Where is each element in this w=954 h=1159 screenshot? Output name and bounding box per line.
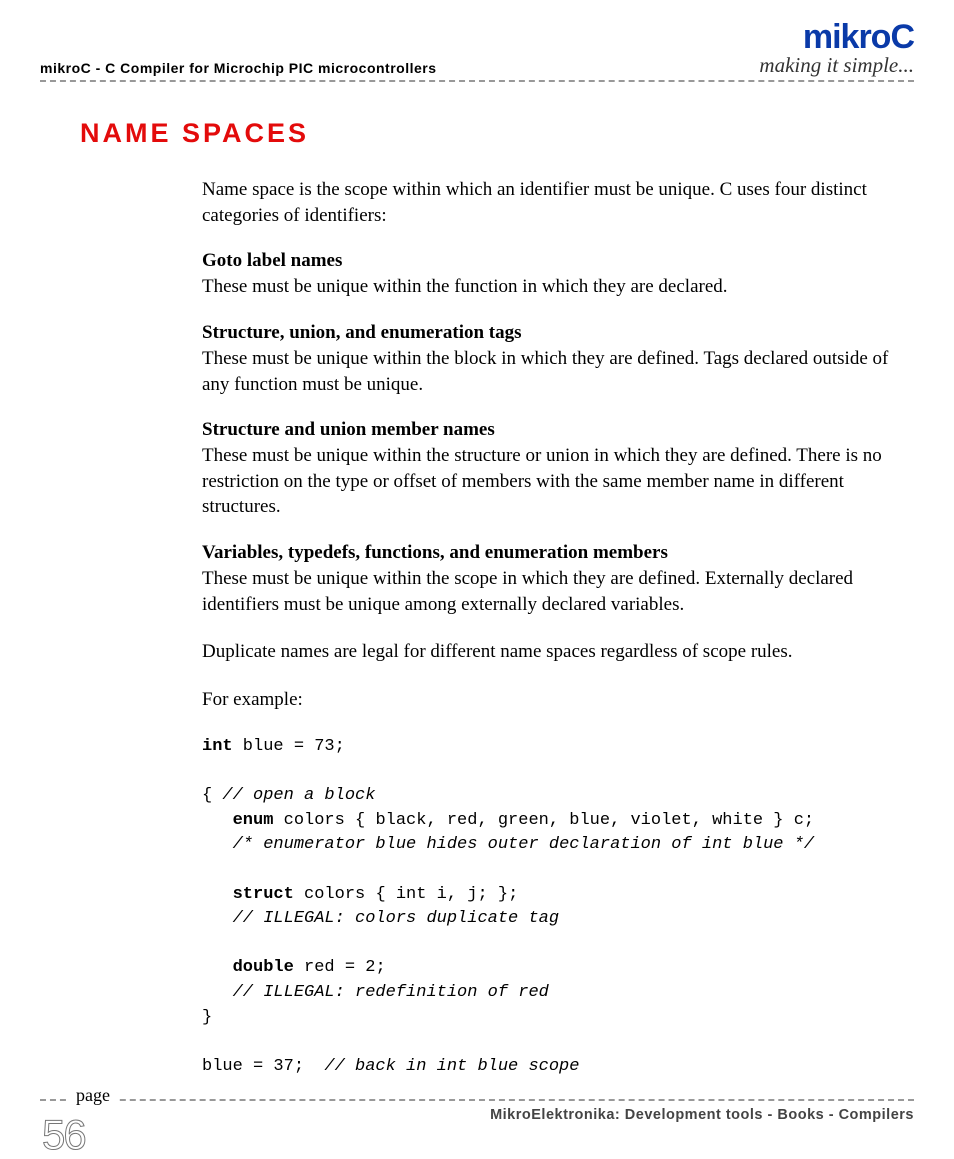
group-heading: Structure and union member names bbox=[202, 419, 890, 441]
code-text: } bbox=[202, 1008, 212, 1027]
code-text: red = 2; bbox=[294, 958, 386, 977]
group-body: These must be unique within the structur… bbox=[202, 443, 890, 520]
footer: page 56 MikroElektronika: Development to… bbox=[40, 1095, 914, 1123]
group-heading: Goto label names bbox=[202, 250, 890, 272]
group-members: Structure and union member names These m… bbox=[202, 419, 890, 520]
brand-tagline: making it simple... bbox=[759, 53, 914, 78]
code-text: colors { black, red, green, blue, violet… bbox=[273, 811, 814, 830]
code-text: blue = 73; bbox=[233, 737, 345, 756]
content-body: Name space is the scope within which an … bbox=[202, 177, 890, 1080]
page-number: 56 bbox=[42, 1111, 85, 1159]
closing-paragraph-2: For example: bbox=[202, 687, 890, 713]
footer-divider bbox=[40, 1099, 914, 1101]
brand-name: mikroC bbox=[759, 18, 914, 57]
code-comment: // back in int blue scope bbox=[324, 1057, 579, 1076]
code-comment: // ILLEGAL: redefinition of red bbox=[202, 983, 549, 1002]
group-variables: Variables, typedefs, functions, and enum… bbox=[202, 542, 890, 617]
section-title: NAME SPACES bbox=[80, 118, 914, 149]
closing-paragraph-1: Duplicate names are legal for different … bbox=[202, 639, 890, 665]
code-text: colors { int i, j; }; bbox=[294, 885, 518, 904]
header-divider bbox=[40, 80, 914, 82]
code-kw: int bbox=[202, 737, 233, 756]
footer-text: MikroElektronika: Development tools - Bo… bbox=[40, 1107, 914, 1123]
code-comment: // ILLEGAL: colors duplicate tag bbox=[202, 909, 559, 928]
code-kw: enum bbox=[202, 811, 273, 830]
group-body: These must be unique within the block in… bbox=[202, 346, 890, 397]
page-label: page bbox=[68, 1085, 118, 1106]
group-heading: Structure, union, and enumeration tags bbox=[202, 322, 890, 344]
group-body: These must be unique within the function… bbox=[202, 274, 890, 300]
code-text: { bbox=[202, 786, 222, 805]
group-goto: Goto label names These must be unique wi… bbox=[202, 250, 890, 300]
code-text: blue = 37; bbox=[202, 1057, 324, 1076]
group-tags: Structure, union, and enumeration tags T… bbox=[202, 322, 890, 397]
code-kw: struct bbox=[202, 885, 294, 904]
group-body: These must be unique within the scope in… bbox=[202, 566, 890, 617]
code-kw: double bbox=[202, 958, 294, 977]
code-example: int blue = 73; { // open a block enum co… bbox=[202, 735, 890, 1080]
code-comment: /* enumerator blue hides outer declarati… bbox=[202, 835, 814, 854]
brand-block: mikroC making it simple... bbox=[759, 18, 914, 78]
code-comment: // open a block bbox=[222, 786, 375, 805]
intro-paragraph: Name space is the scope within which an … bbox=[202, 177, 890, 228]
group-heading: Variables, typedefs, functions, and enum… bbox=[202, 542, 890, 564]
